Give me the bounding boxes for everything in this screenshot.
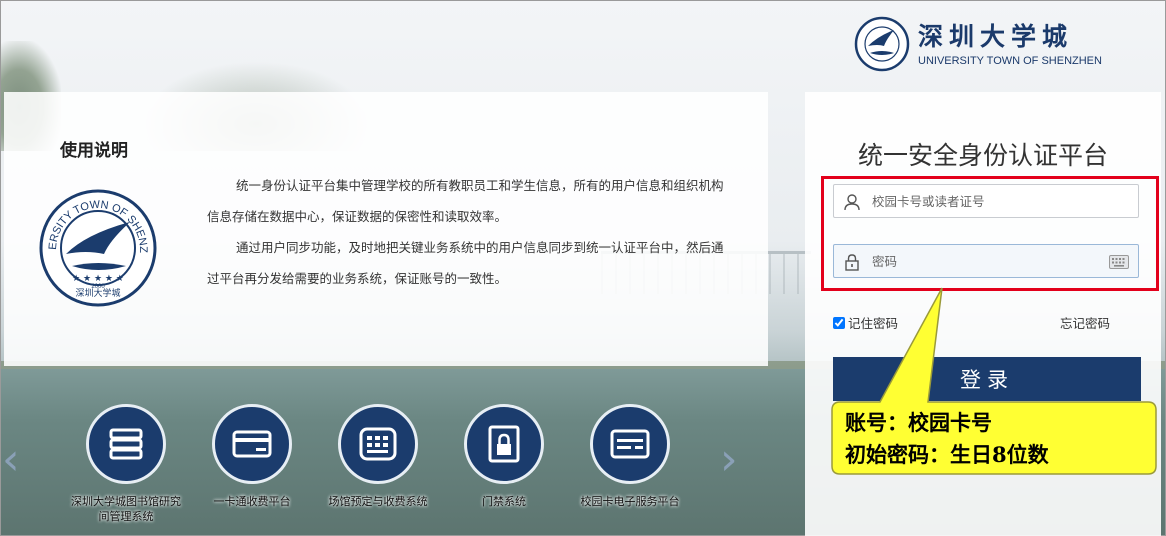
credentials-highlight-box [821,176,1159,291]
svg-text:★ ★ ★ ★ ★: ★ ★ ★ ★ ★ [72,274,124,284]
login-title: 统一安全身份认证平台 [857,141,1108,170]
instructions-title: 使用说明 [60,141,128,161]
app-label: 场馆预定与收费系统 [328,495,428,508]
app-library-study-room[interactable]: 深圳大学城图书馆研究间管理系统 [66,404,186,524]
university-emblem-icon: UNIVERSITY TOWN OF SHENZHEN ★ ★ ★ ★ ★ 深圳… [38,188,157,307]
university-emblem-icon [854,16,910,72]
app-campus-card-service[interactable]: 校园卡电子服务平台 [570,404,690,509]
app-label: 一卡通收费平台 [213,495,291,508]
app-access-control[interactable]: 门禁系统 [444,404,564,509]
logo-chinese-name: 深圳大学城 [918,21,1074,51]
instructions-paragraph: 统一身份认证平台集中管理学校的所有教职员工和学生信息，所有的用户信息和组织机构信… [207,178,724,224]
calendar-icon [359,427,397,461]
carousel-prev-arrow[interactable]: ‹ [2,438,20,482]
instructions-paragraph: 通过用户同步功能，及时地把关键业务系统中的用户信息同步到统一认证平台中，然后通过… [207,240,724,286]
callout-text: 账号：校园卡号 初始密码：生日8位数 [845,407,1049,471]
app-label: 校园卡电子服务平台 [580,495,680,508]
carousel-next-arrow[interactable]: › [720,438,738,482]
books-icon [109,428,143,460]
instructions-panel: 使用说明 UNIVERSITY TOWN OF SHENZHEN ★ ★ ★ ★… [4,92,768,366]
logo-english-name: UNIVERSITY TOWN OF SHENZHEN [918,54,1102,67]
id-card-icon [610,429,650,459]
site-logo[interactable]: 深圳大学城 UNIVERSITY TOWN OF SHENZHEN [854,16,1102,72]
lock-icon [488,425,520,463]
app-label: 门禁系统 [482,495,526,508]
emblem-year: 2000 [91,284,105,290]
app-card-payment[interactable]: 一卡通收费平台 [192,404,312,509]
app-venue-booking[interactable]: 场馆预定与收费系统 [318,404,438,509]
callout-password-line: 初始密码：生日8位数 [845,442,1049,467]
app-label: 深圳大学城图书馆研究间管理系统 [71,495,181,523]
callout-account-line: 账号：校园卡号 [845,410,992,435]
card-icon [232,430,272,458]
